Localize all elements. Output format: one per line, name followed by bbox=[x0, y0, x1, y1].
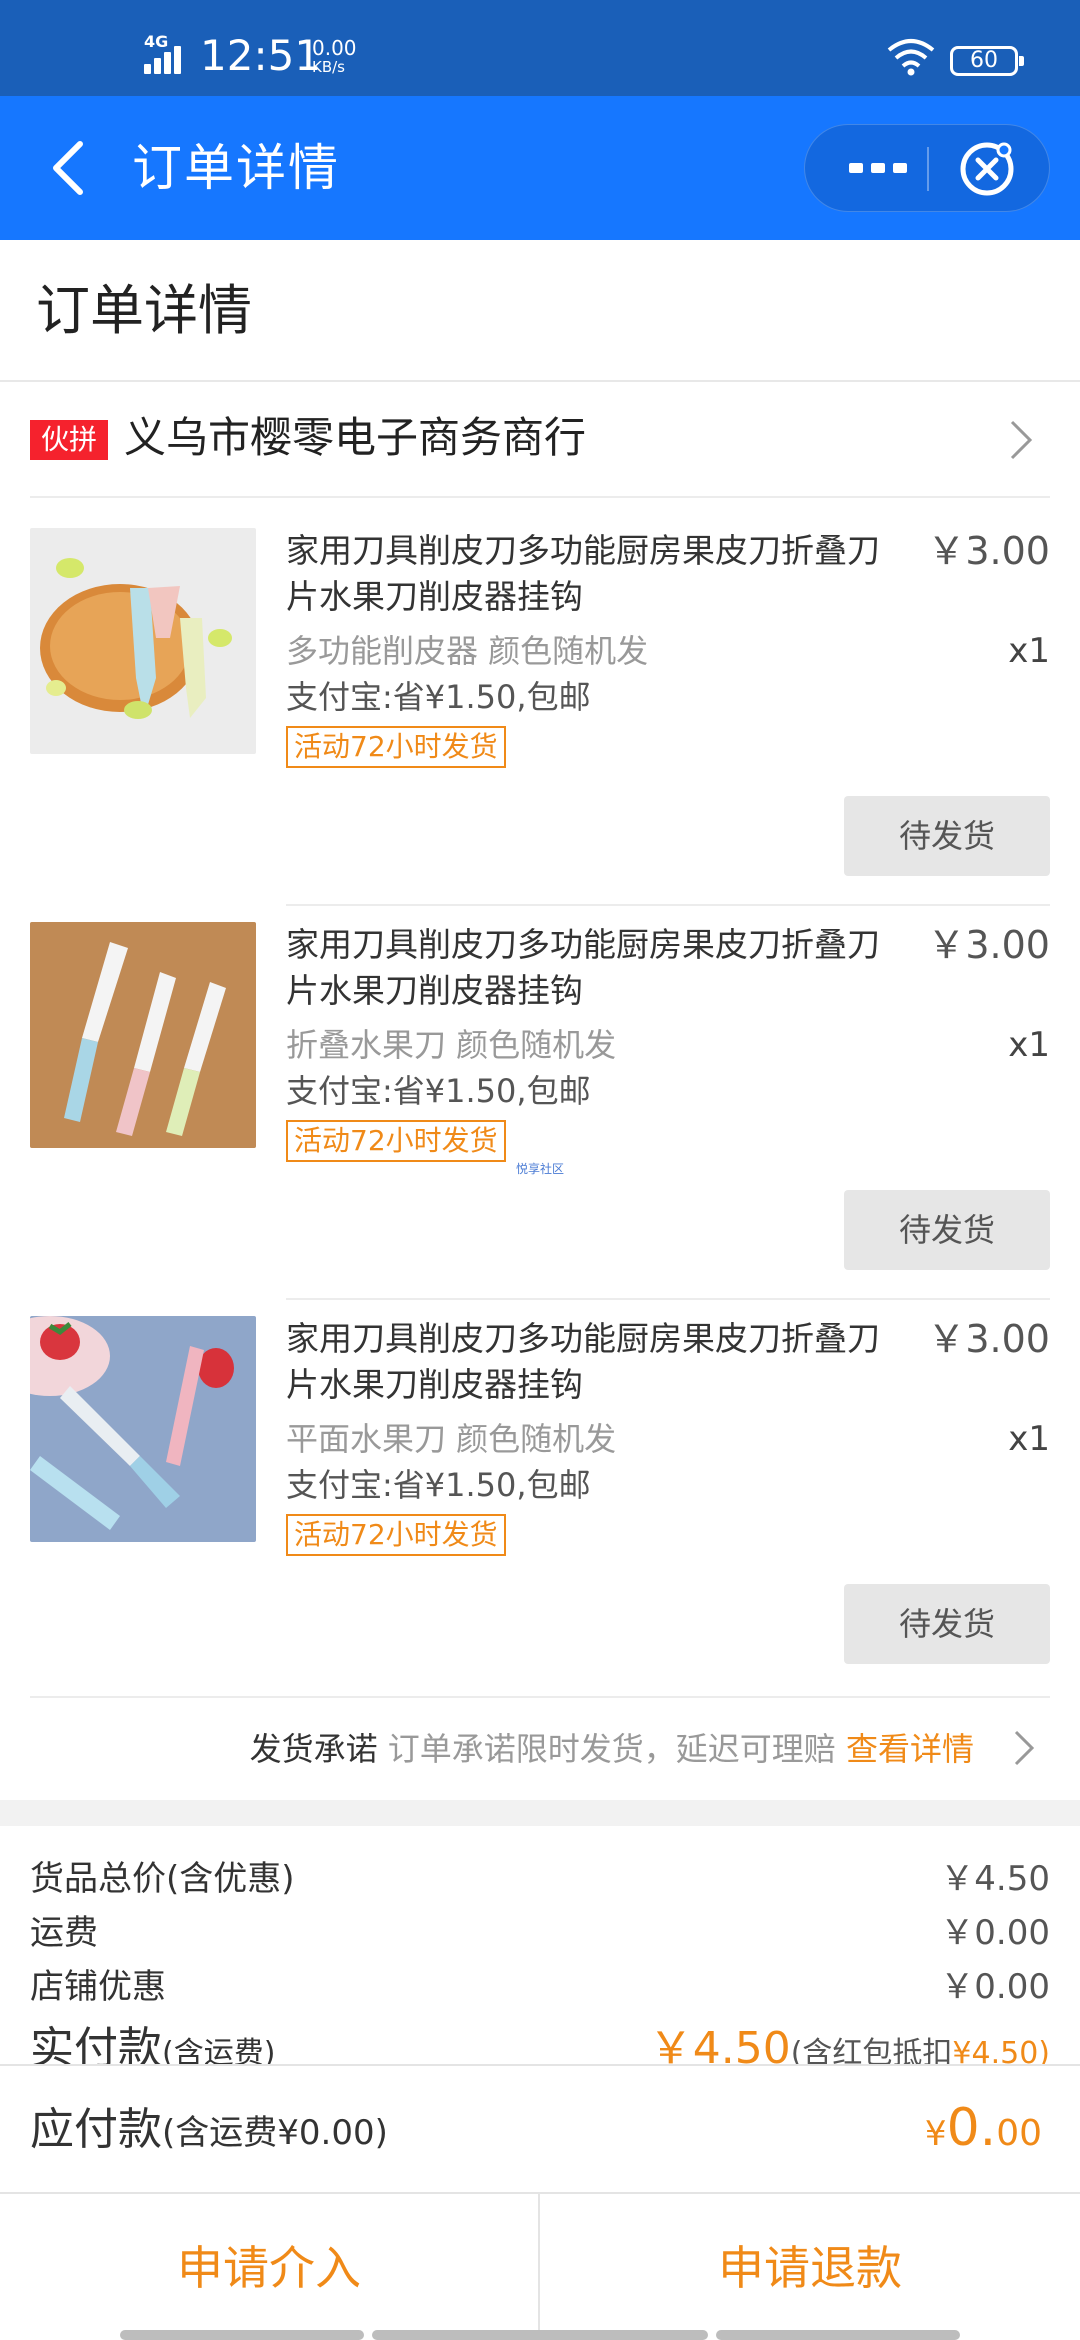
payable-amount-int: 0. bbox=[946, 2098, 997, 2158]
wifi-icon bbox=[887, 39, 935, 76]
shop-badge: 伙拼 bbox=[30, 420, 108, 460]
shipping-row: 运费 ￥0.00 bbox=[30, 1906, 1050, 1960]
mini-program-capsule bbox=[804, 124, 1050, 212]
payable-amount: ¥0.00 bbox=[925, 2096, 1042, 2172]
payable-label: 应付款(含运费¥0.00) bbox=[30, 2098, 388, 2165]
shop-discount-label: 店铺优惠 bbox=[30, 1967, 166, 2007]
shop-discount-row: 店铺优惠 ￥0.00 bbox=[30, 1960, 1050, 2014]
order-item[interactable]: 家用刀具削皮刀多功能厨房果皮刀折叠刀片水果刀削皮器挂钩 ￥3.00 多功能削皮器… bbox=[30, 528, 1050, 880]
item-quantity: x1 bbox=[1008, 631, 1050, 671]
order-item[interactable]: 家用刀具削皮刀多功能厨房果皮刀折叠刀片水果刀削皮器挂钩 ￥3.00 折叠水果刀 … bbox=[30, 922, 1050, 1274]
speed-unit: KB/s bbox=[312, 58, 345, 76]
paid-label: 实付款(含运费) bbox=[30, 2022, 275, 2066]
network-type: 4G bbox=[144, 32, 169, 51]
payable-amount-dec: 00 bbox=[996, 2113, 1042, 2154]
item-status-button[interactable]: 待发货 bbox=[844, 1584, 1050, 1664]
shop-row[interactable]: 伙拼 义乌市樱零电子商务商行 bbox=[30, 382, 1050, 498]
promise-details-link[interactable]: 查看详情 bbox=[846, 1730, 974, 1768]
watermark: 悦享社区 bbox=[516, 1162, 565, 1176]
shipping-label: 运费 bbox=[30, 1913, 98, 1953]
system-nav-indicator bbox=[120, 2330, 364, 2340]
shipping-value: ￥0.00 bbox=[940, 1913, 1050, 1953]
item-title: 家用刀具削皮刀多功能厨房果皮刀折叠刀片水果刀削皮器挂钩 bbox=[286, 1319, 880, 1404]
nav-title: 订单详情 bbox=[132, 139, 340, 197]
payable-currency: ¥ bbox=[924, 2114, 947, 2154]
item-title: 家用刀具削皮刀多功能厨房果皮刀折叠刀片水果刀削皮器挂钩 bbox=[286, 531, 880, 616]
promise-text: 发货承诺 订单承诺限时发货，延迟可理赔 查看详情 bbox=[250, 1726, 974, 1772]
goods-total-value: ￥4.50 bbox=[940, 1859, 1050, 1899]
price-summary: 货品总价(含优惠) ￥4.50 运费 ￥0.00 店铺优惠 ￥0.00 实付款(… bbox=[0, 1826, 1080, 2066]
page-header: 订单详情 bbox=[0, 240, 1080, 382]
shipping-tag: 活动72小时发货 bbox=[286, 1514, 506, 1556]
capsule-divider bbox=[927, 147, 929, 191]
paid-row: 实付款(含运费) ￥4.50(含红包抵扣¥4.50) bbox=[30, 2022, 1050, 2066]
item-quantity: x1 bbox=[1008, 1025, 1050, 1065]
item-price: ￥3.00 bbox=[927, 923, 1050, 967]
folding-knife-product-image[interactable] bbox=[30, 922, 256, 1148]
peeler-product-image[interactable] bbox=[30, 528, 256, 754]
paid-amount: ￥4.50 bbox=[648, 2023, 791, 2066]
item-price: ￥3.00 bbox=[927, 1317, 1050, 1361]
status-bar: 4G 12:51 0.00 KB/s 60 bbox=[0, 0, 1080, 96]
signal-icon: 4G bbox=[144, 32, 190, 74]
close-target-icon[interactable] bbox=[957, 139, 1017, 199]
shipping-tag: 活动72小时发货 bbox=[286, 1120, 506, 1162]
item-quantity: x1 bbox=[1008, 1419, 1050, 1459]
chevron-right-icon bbox=[1010, 420, 1033, 460]
promise-description: 订单承诺限时发货，延迟可理赔 bbox=[387, 1730, 836, 1768]
paid-note: (含红包抵扣 bbox=[790, 2036, 953, 2066]
delivery-promise[interactable]: 发货承诺 订单承诺限时发货，延迟可理赔 查看详情 bbox=[30, 1696, 1050, 1800]
apply-refund-button[interactable]: 申请退款 bbox=[540, 2194, 1080, 2340]
item-promo: 支付宝:省¥1.50,包邮 bbox=[286, 1072, 591, 1110]
payable-label-text: 应付款 bbox=[30, 2104, 162, 2155]
item-divider bbox=[286, 904, 1050, 906]
action-bar: 申请介入 申请退款 bbox=[0, 2192, 1080, 2340]
section-gap bbox=[0, 1800, 1080, 1826]
item-promo: 支付宝:省¥1.50,包邮 bbox=[286, 1466, 591, 1504]
item-spec: 折叠水果刀 颜色随机发 bbox=[286, 1026, 617, 1064]
item-promo: 支付宝:省¥1.50,包邮 bbox=[286, 678, 591, 716]
item-title: 家用刀具削皮刀多功能厨房果皮刀折叠刀片水果刀削皮器挂钩 bbox=[286, 925, 880, 1010]
order-detail-page: 4G 12:51 0.00 KB/s 60 订单详情 订单详情 伙拼 义乌市樱零… bbox=[0, 0, 1080, 2340]
item-status-button[interactable]: 待发货 bbox=[844, 1190, 1050, 1270]
paid-label-note: (含运费) bbox=[162, 2036, 276, 2066]
fruit-knife-product-image[interactable] bbox=[30, 1316, 256, 1542]
system-nav-indicator bbox=[716, 2330, 960, 2340]
page-title: 订单详情 bbox=[36, 279, 252, 342]
speed-value: 0.00 bbox=[312, 36, 357, 60]
back-arrow-icon[interactable] bbox=[40, 136, 100, 200]
battery-icon: 60 bbox=[950, 46, 1024, 76]
shipping-tag: 活动72小时发货 bbox=[286, 726, 506, 768]
goods-total-row: 货品总价(含优惠) ￥4.50 bbox=[30, 1852, 1050, 1906]
chevron-right-icon bbox=[1014, 1730, 1035, 1766]
shop-name: 义乌市樱零电子商务商行 bbox=[124, 413, 587, 462]
more-icon[interactable] bbox=[833, 125, 919, 213]
item-spec: 平面水果刀 颜色随机发 bbox=[286, 1420, 617, 1458]
nav-bar: 订单详情 bbox=[0, 96, 1080, 240]
payable-note: (含运费¥0.00) bbox=[162, 2113, 388, 2153]
promise-label: 发货承诺 bbox=[249, 1730, 378, 1768]
paid-value: ￥4.50(含红包抵扣¥4.50) bbox=[649, 2022, 1050, 2066]
paid-note-amount: ¥4.50) bbox=[952, 2036, 1050, 2066]
goods-total-label: 货品总价(含优惠) bbox=[30, 1859, 295, 1899]
apply-intervention-button[interactable]: 申请介入 bbox=[0, 2194, 540, 2340]
shop-discount-value: ￥0.00 bbox=[940, 1967, 1050, 2007]
payable-bar: 应付款(含运费¥0.00) ¥0.00 bbox=[0, 2064, 1080, 2192]
system-nav-indicator bbox=[372, 2330, 708, 2340]
network-speed: 0.00 KB/s bbox=[312, 38, 357, 76]
item-price: ￥3.00 bbox=[927, 529, 1050, 573]
item-spec: 多功能削皮器 颜色随机发 bbox=[286, 632, 649, 670]
item-status-button[interactable]: 待发货 bbox=[844, 796, 1050, 876]
order-item[interactable]: 家用刀具削皮刀多功能厨房果皮刀折叠刀片水果刀削皮器挂钩 ￥3.00 平面水果刀 … bbox=[30, 1316, 1050, 1668]
clock: 12:51 bbox=[200, 31, 322, 80]
paid-label-text: 实付款 bbox=[30, 2023, 162, 2066]
item-divider bbox=[286, 1298, 1050, 1300]
